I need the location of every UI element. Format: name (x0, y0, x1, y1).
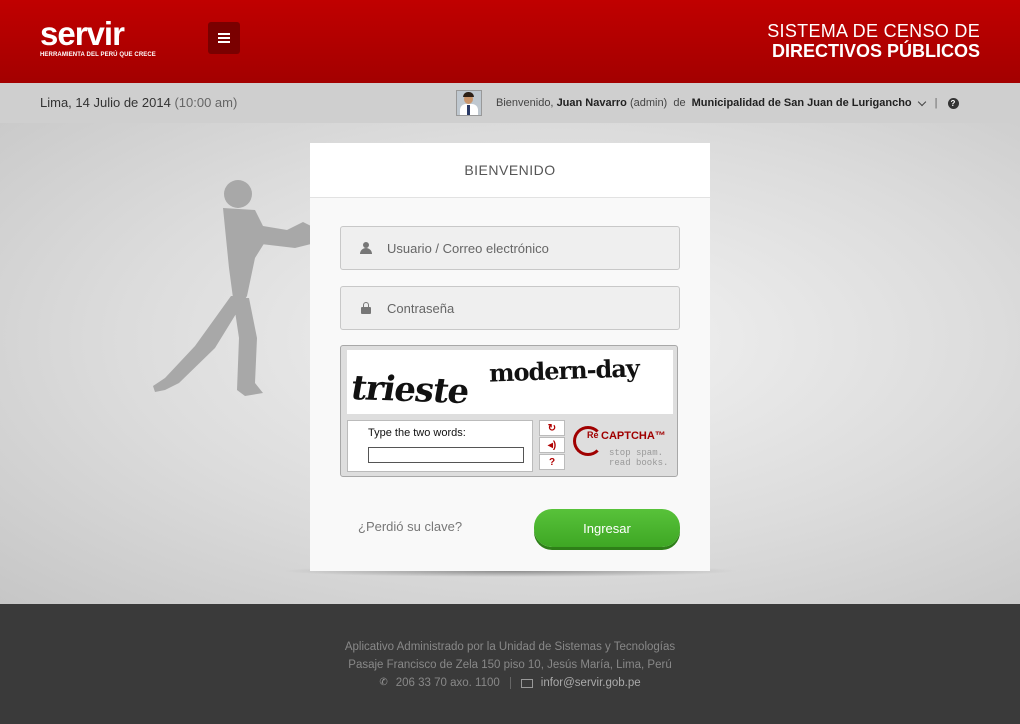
avatar[interactable] (456, 90, 482, 116)
footer-line-1: Aplicativo Administrado por la Unidad de… (344, 641, 676, 653)
help-icon[interactable]: ? (947, 97, 959, 109)
username-input[interactable] (385, 239, 659, 257)
recaptcha-tagline: stop spam. read books. (609, 448, 669, 468)
divider: | (934, 97, 938, 109)
lock-icon (359, 302, 373, 314)
captcha-response-box: Type the two words: (347, 420, 533, 472)
organization-dropdown[interactable]: Municipalidad de San Juan de Lurigancho (692, 97, 912, 109)
welcome-prefix: Bienvenido, (496, 97, 554, 109)
login-card: BIENVENIDO trieste modern-day Type the t… (310, 143, 710, 571)
login-title: BIENVENIDO (464, 162, 556, 178)
recaptcha-brand: CAPTCHA™ (601, 430, 666, 442)
password-field[interactable] (340, 286, 680, 330)
user-name: Juan Navarro (556, 97, 627, 109)
main-area: BIENVENIDO trieste modern-day Type the t… (0, 123, 1020, 604)
username-field[interactable] (340, 226, 680, 270)
hamburger-icon (218, 31, 230, 45)
help-icon[interactable]: ? (539, 454, 565, 470)
user-icon (359, 242, 373, 254)
chevron-down-icon[interactable] (917, 97, 926, 106)
logo-text: servir (40, 15, 125, 52)
system-title: SISTEMA DE CENSO DE DIRECTIVOS PÚBLICOS (767, 21, 980, 61)
captcha-word-2: modern-day (488, 353, 640, 388)
footer-phone: 206 33 70 axo. 1100 (395, 677, 500, 689)
footer: Aplicativo Administrado por la Unidad de… (0, 604, 1020, 724)
user-role: (admin) (629, 97, 668, 109)
phone-icon: ✆ (379, 677, 388, 688)
time-text: (10:00 am) (174, 95, 238, 110)
system-title-line2: DIRECTIVOS PÚBLICOS (771, 41, 980, 61)
recaptcha-re: Re (587, 430, 599, 440)
system-title-line1: SISTEMA DE CENSO DE (767, 21, 980, 41)
captcha-input[interactable] (368, 447, 524, 463)
login-button[interactable]: Ingresar (534, 509, 680, 547)
date-text: Lima, 14 Julio de 2014 (40, 95, 171, 110)
audio-icon[interactable]: ◂) (539, 437, 565, 453)
recaptcha-widget: trieste modern-day Type the two words: ↻… (340, 345, 678, 477)
user-bar: Bienvenido, Juan Navarro (admin) de Muni… (456, 90, 959, 116)
top-header: servir HERRAMIENTA DEL PERÚ QUE CRECE SI… (0, 0, 1020, 83)
logo-tagline: HERRAMIENTA DEL PERÚ QUE CRECE (40, 52, 156, 58)
pushing-man-illustration (153, 180, 325, 396)
login-card-header: BIENVENIDO (310, 143, 710, 198)
refresh-icon[interactable]: ↻ (539, 420, 565, 436)
password-input[interactable] (385, 299, 659, 317)
footer-line-2: Pasaje Francisco de Zela 150 piso 10, Je… (348, 659, 672, 671)
recaptcha-logo: Re CAPTCHA™ stop spam. read books. (573, 420, 673, 472)
info-bar: Lima, 14 Julio de 2014 (10:00 am) Bienve… (0, 83, 1020, 123)
of-label: de (673, 97, 686, 109)
divider (509, 677, 511, 689)
captcha-word-1: trieste (347, 367, 472, 413)
menu-toggle-button[interactable] (208, 22, 240, 54)
footer-email-link[interactable]: infor@servir.gob.pe (541, 674, 641, 692)
captcha-prompt: Type the two words: (368, 427, 466, 439)
forgot-password-link[interactable]: ¿Perdió su clave? (358, 519, 462, 534)
captcha-image: trieste modern-day (347, 350, 673, 414)
envelope-icon (520, 678, 533, 688)
footer-contact: ✆ 206 33 70 axo. 1100 infor@servir.gob.p… (0, 674, 1020, 692)
servir-logo[interactable]: servir HERRAMIENTA DEL PERÚ QUE CRECE (40, 15, 156, 58)
current-date: Lima, 14 Julio de 2014 (10:00 am) (40, 95, 237, 110)
captcha-controls: ↻ ◂) ? (539, 420, 567, 472)
